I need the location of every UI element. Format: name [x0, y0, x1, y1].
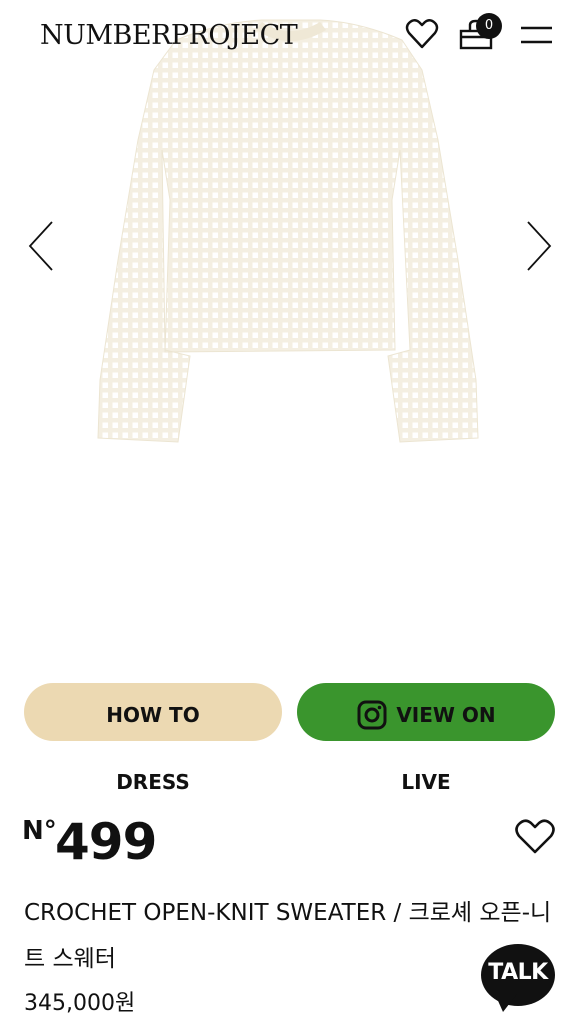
chevron-right-icon[interactable] [524, 218, 554, 274]
how-to-dress-button[interactable]: HOW TO [24, 683, 282, 741]
how-to-label: HOW TO [106, 703, 200, 727]
number-prefix: N° [22, 816, 57, 846]
view-on-sub-label: LIVE [401, 770, 451, 794]
wishlist-heart-icon[interactable] [514, 818, 556, 856]
heart-icon[interactable] [404, 16, 440, 52]
instagram-icon [357, 700, 387, 730]
cart-count-badge: 0 [476, 13, 502, 39]
top-header: NUMBERPROJECT 0 [0, 0, 579, 72]
product-title: CROCHET OPEN-KNIT SWEATER / 크로셰 오픈-니트 스웨… [24, 900, 552, 972]
menu-icon[interactable] [518, 16, 554, 52]
talk-label: TALK [488, 960, 548, 985]
chat-bubble-tail [495, 994, 517, 1012]
view-on-label: VIEW ON [396, 703, 496, 727]
number-value: 499 [55, 813, 157, 871]
product-image [97, 19, 479, 443]
view-on-live-button[interactable]: VIEW ON [297, 683, 555, 741]
how-to-sub-label: DRESS [116, 770, 190, 794]
brand-logo[interactable]: NUMBERPROJECT [40, 16, 298, 56]
talk-chat-button[interactable]: TALK [481, 944, 555, 1014]
product-image-gallery[interactable] [0, 0, 579, 660]
product-price: 345,000원 [24, 991, 136, 1016]
chevron-left-icon[interactable] [26, 218, 56, 274]
